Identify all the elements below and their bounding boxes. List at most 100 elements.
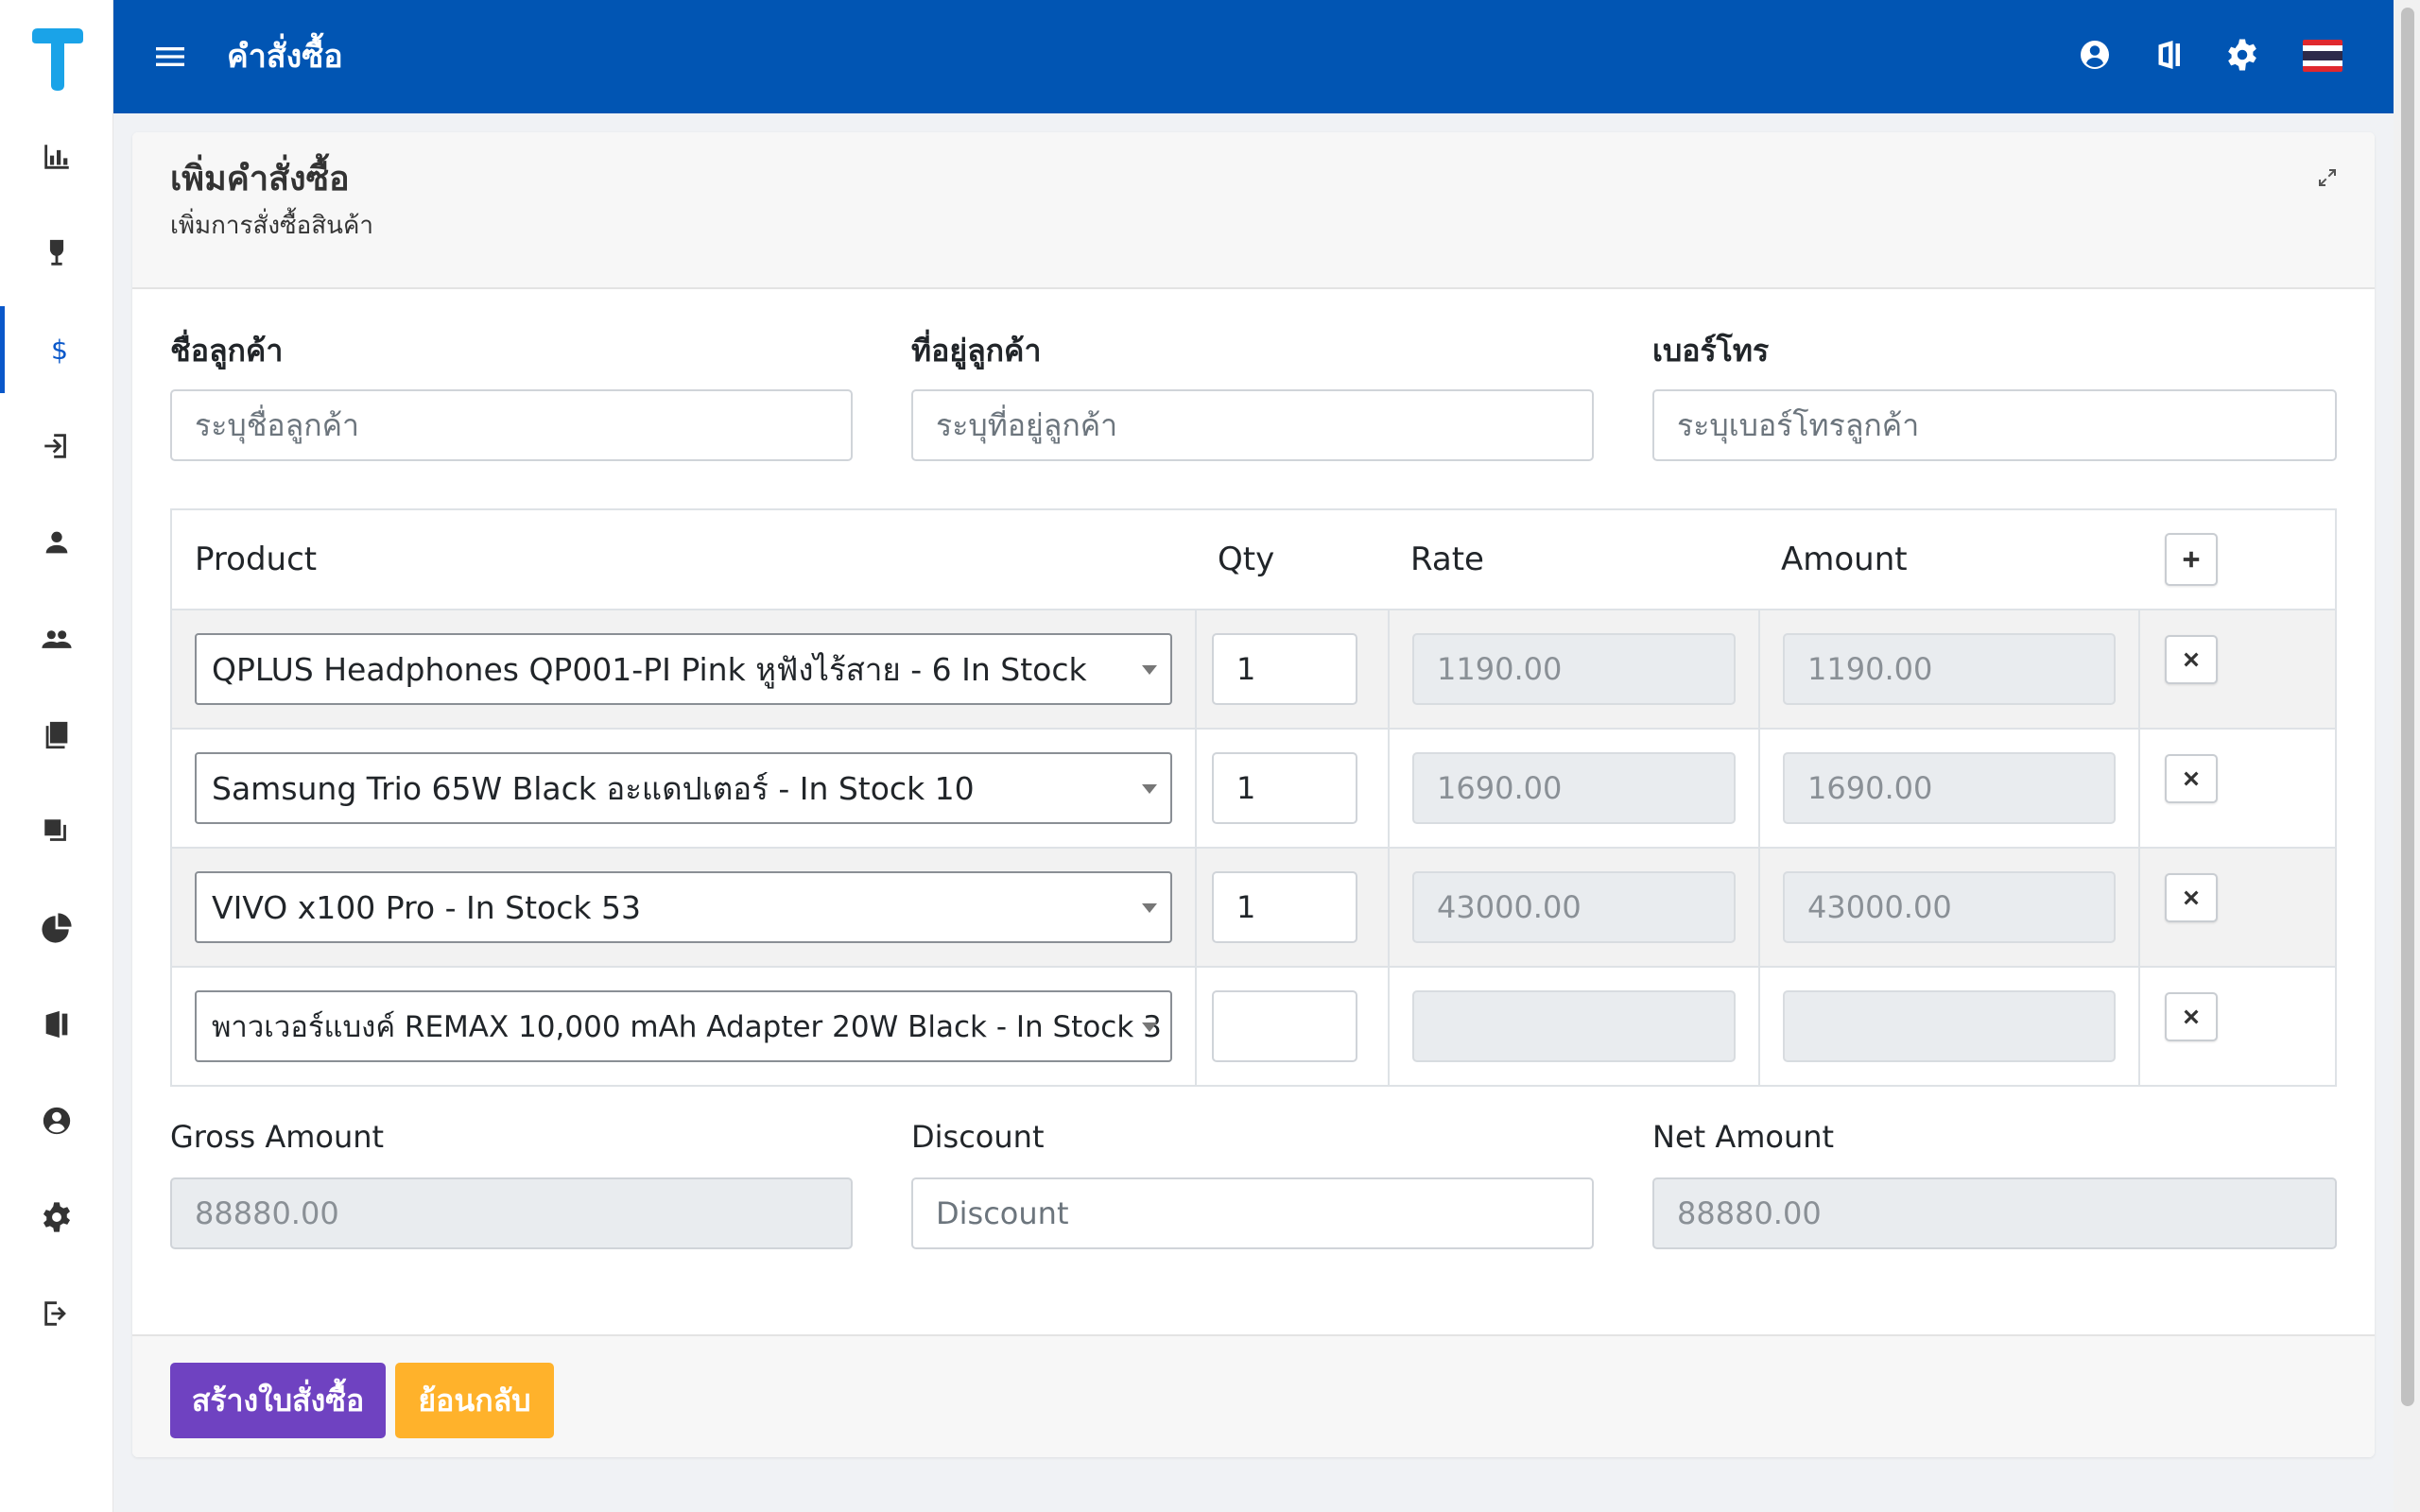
rate-field: 1690.00 [1412,752,1736,824]
card-footer: สร้างใบสั่งซื้อ ย้อนกลับ [132,1334,2375,1457]
customer-address-label: ที่อยู่ลูกค้า [911,333,1042,369]
close-icon [2184,771,2199,786]
remove-row-button[interactable] [2165,754,2218,803]
clone-icon [44,819,66,841]
sidebar-item-user[interactable] [0,499,113,586]
close-icon [2184,652,2199,667]
order-form-card: เพิ่มคำสั่งซื้อ เพิ่มการสั่งซื้อสินค้า ช… [132,132,2375,1457]
table-row: QPLUS Headphones QP001-PI Pink หูฟังไร้ส… [172,609,2335,730]
header-amount: Amount [1781,541,1908,578]
close-icon [2184,890,2199,905]
sidebar-item-company[interactable] [0,981,113,1068]
menu-icon[interactable] [151,38,189,76]
sidebar-item-orders[interactable]: $ [0,306,113,393]
topbar: คำสั่งซื้อ [113,0,2394,113]
user-circle-icon[interactable] [2078,38,2112,72]
remove-row-button[interactable] [2165,992,2218,1041]
sign-in-icon [44,434,66,458]
sidebar-item-dashboard[interactable] [0,113,113,200]
sidebar-item-logout[interactable] [0,1270,113,1357]
amount-field: 1190.00 [1783,633,2116,705]
remove-row-button[interactable] [2165,873,2218,922]
remove-row-button[interactable] [2165,635,2218,684]
pie-chart-icon [42,913,72,943]
sidebar-item-settings[interactable] [0,1174,113,1261]
chevron-down-icon [1142,903,1157,913]
qty-input[interactable]: 1 [1212,633,1357,705]
table-row: Samsung Trio 65W Black อะแดปเตอร์ - In S… [172,728,2335,849]
chevron-down-icon [1142,1022,1157,1032]
table-row: VIVO x100 Pro - In Stock 53 1 43000.00 4… [172,847,2335,968]
product-select[interactable]: Samsung Trio 65W Black อะแดปเตอร์ - In S… [195,752,1172,824]
product-select[interactable]: QPLUS Headphones QP001-PI Pink หูฟังไร้ส… [195,633,1172,705]
net-amount-field: 88880.00 [1652,1177,2337,1249]
gross-amount-field: 88880.00 [170,1177,853,1249]
settings-icon [43,1202,71,1232]
page-title: เพิ่มคำสั่งซื้อ [170,160,350,198]
card-header: เพิ่มคำสั่งซื้อ เพิ่มการสั่งซื้อสินค้า [132,132,2375,289]
sidebar-item-categories[interactable] [0,788,113,875]
customer-phone-input[interactable]: ระบุเบอร์โทรลูกค้า [1652,389,2337,461]
product-select[interactable]: พาวเวอร์แบงค์ REMAX 10,000 mAh Adapter 2… [195,990,1172,1062]
sidebar-item-import[interactable] [0,403,113,490]
sidebar-item-reports[interactable] [0,692,113,779]
product-select-value: พาวเวอร์แบงค์ REMAX 10,000 mAh Adapter 2… [212,1010,1162,1044]
thai-flag-icon[interactable] [2303,40,2342,72]
amount-field: 1690.00 [1783,752,2116,824]
customer-name-input[interactable]: ระบุชื่อลูกค้า [170,389,853,461]
app-title: คำสั่งซื้อ [227,38,343,76]
page-subtitle: เพิ่มการสั่งซื้อสินค้า [170,212,373,240]
rate-field: 1190.00 [1412,633,1736,705]
back-button[interactable]: ย้อนกลับ [395,1363,554,1438]
customer-name-label: ชื่อลูกค้า [170,333,284,369]
customer-phone-label: เบอร์โทร [1652,333,1770,369]
add-row-button[interactable] [2165,533,2218,586]
svg-text:$: $ [50,335,67,366]
product-table: Product Qty Rate Amount QPLUS Headphones… [170,508,2337,1087]
chevron-down-icon [1142,665,1157,675]
building-icon [45,1010,68,1039]
header-rate: Rate [1410,541,1484,578]
product-select[interactable]: VIVO x100 Pro - In Stock 53 [195,871,1172,943]
plus-icon [2183,551,2200,568]
user-icon [45,531,68,554]
qty-input[interactable]: 1 [1212,752,1357,824]
sidebar: $ [0,0,113,1512]
product-select-value: QPLUS Headphones QP001-PI Pink หูฟังไร้ส… [212,650,1087,688]
book-icon [45,721,68,749]
account-circle-icon [43,1107,71,1135]
product-select-value: Samsung Trio 65W Black อะแดปเตอร์ - In S… [212,769,975,807]
discount-label: Discount [911,1119,1045,1155]
qty-input[interactable] [1212,990,1357,1062]
chart-icon [44,145,69,169]
chevron-down-icon [1142,784,1157,794]
discount-input[interactable]: Discount [911,1177,1594,1249]
sidebar-item-analytics[interactable] [0,885,113,971]
amount-field: 43000.00 [1783,871,2116,943]
logout-icon [44,1301,66,1326]
gross-amount-label: Gross Amount [170,1119,385,1155]
amount-field [1783,990,2116,1062]
net-amount-label: Net Amount [1652,1119,1835,1155]
sidebar-item-products[interactable] [0,210,113,297]
scrollbar-thumb[interactable] [2401,8,2414,1406]
dollar-icon: $ [50,335,67,366]
rate-field [1412,990,1736,1062]
customer-address-input[interactable]: ระบุที่อยู่ลูกค้า [911,389,1594,461]
wine-glass-icon [49,239,64,266]
gear-icon[interactable] [2225,38,2259,72]
rate-field: 43000.00 [1412,871,1736,943]
header-qty: Qty [1218,541,1275,578]
expand-icon[interactable] [2316,166,2339,189]
sidebar-item-profile[interactable] [0,1077,113,1164]
logo-icon[interactable] [28,26,85,93]
office-icon[interactable] [2152,38,2186,72]
table-row: พาวเวอร์แบงค์ REMAX 10,000 mAh Adapter 2… [172,966,2335,1087]
users-icon [42,630,72,648]
create-order-button[interactable]: สร้างใบสั่งซื้อ [170,1363,386,1438]
sidebar-item-users[interactable] [0,595,113,682]
header-product: Product [195,541,318,578]
close-icon [2184,1009,2199,1024]
product-select-value: VIVO x100 Pro - In Stock 53 [212,888,641,926]
qty-input[interactable]: 1 [1212,871,1357,943]
